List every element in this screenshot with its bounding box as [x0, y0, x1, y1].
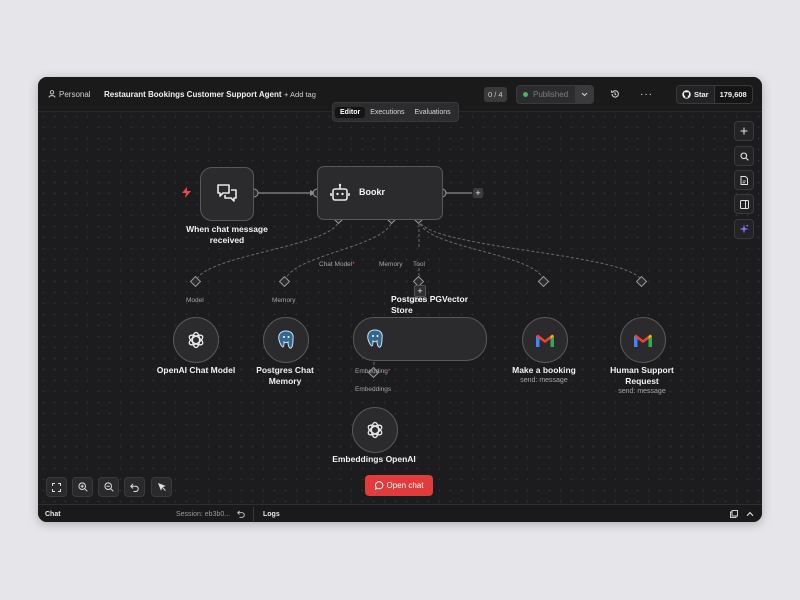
project-breadcrumb[interactable]: Personal: [48, 77, 91, 111]
add-tag-button[interactable]: + Add tag: [284, 77, 316, 111]
ai-assistant-button[interactable]: [734, 219, 754, 239]
chat-trigger-label: When chat message received: [186, 224, 268, 245]
github-star-count: 179,608: [713, 85, 752, 103]
undo-button[interactable]: [124, 477, 145, 497]
make-a-booking-node[interactable]: [522, 317, 568, 363]
search-nodes-button[interactable]: [734, 146, 754, 166]
memory-connector-label: Memory: [379, 261, 403, 268]
chat-panel-tab[interactable]: Chat: [45, 505, 61, 522]
human-support-request-label: Human Support Request: [610, 365, 674, 386]
github-star-button[interactable]: Star: [677, 85, 714, 103]
human-support-request-subtitle: send: message: [618, 388, 666, 395]
postgres-chat-memory-node[interactable]: [263, 317, 309, 363]
embeddings-openai-label: Embeddings OpenAI: [332, 454, 416, 464]
view-tabs: Editor Executions Evaluations: [332, 102, 459, 122]
openai-icon: [367, 421, 383, 439]
panel-icon: [739, 199, 749, 209]
gmail-icon: [536, 334, 554, 347]
evaluation-counter: 0 / 4: [484, 77, 507, 111]
chat-model-connector-label: Chat Model*: [319, 261, 355, 268]
openai-icon: [188, 331, 204, 349]
workflow-canvas[interactable]: When chat message received Bookr + Chat …: [38, 111, 762, 504]
panel-divider: [253, 507, 254, 521]
workflow-name[interactable]: Restaurant Bookings Customer Support Age…: [104, 77, 282, 111]
agent-title: Bookr: [359, 187, 386, 197]
reset-session-button[interactable]: [237, 505, 245, 522]
zoom-out-button[interactable]: [98, 477, 119, 497]
n8n-window: When chat message received Bookr + Chat …: [38, 77, 762, 522]
zoom-in-button[interactable]: [72, 477, 93, 497]
publish-control[interactable]: Published: [516, 77, 595, 111]
embeddings-input-label: Embeddings: [355, 386, 392, 393]
make-a-booking-subtitle: send: message: [520, 377, 568, 384]
history-icon: [610, 90, 619, 98]
embeddings-openai-node[interactable]: [352, 407, 398, 453]
note-icon: [740, 175, 748, 185]
sticky-note-button[interactable]: [734, 170, 754, 190]
gmail-icon: [634, 334, 652, 347]
zoom-in-icon: [77, 482, 88, 492]
sparkle-icon: [739, 224, 749, 234]
postgres-pgvector-store-node[interactable]: [353, 317, 487, 361]
chat-bubbles-icon: [217, 184, 237, 202]
postgres-pgvector-store-label: Postgres PGVector Store: [391, 294, 469, 315]
search-icon: [739, 151, 749, 161]
cursor-icon: [157, 483, 166, 491]
popout-icon: [730, 510, 738, 518]
model-input-label: Model: [186, 297, 204, 304]
status-dot: [523, 91, 528, 97]
make-a-booking-label: Make a booking: [512, 365, 576, 375]
tool-connector-label: Tool: [413, 261, 425, 268]
chat-trigger-node[interactable]: [200, 167, 254, 221]
plus-icon: [740, 127, 748, 135]
chevron-down-icon: [581, 92, 588, 96]
postgres-icon: [278, 330, 294, 349]
tab-evaluations[interactable]: Evaluations: [409, 107, 455, 118]
github-icon: [682, 89, 691, 99]
robot-icon: [330, 183, 350, 201]
trigger-bolt-icon: [182, 187, 191, 198]
bottom-panel-bar: Chat Session: eb3b0... Logs: [38, 504, 762, 522]
publish-dropdown-button[interactable]: [575, 85, 594, 103]
user-icon: [48, 90, 56, 98]
refresh-icon: [237, 510, 245, 518]
openai-chat-model-node[interactable]: [173, 317, 219, 363]
published-button[interactable]: Published: [517, 90, 575, 99]
postgres-icon: [367, 329, 383, 348]
history-button[interactable]: [610, 77, 620, 111]
human-support-request-node[interactable]: [620, 317, 666, 363]
toggle-panel-button[interactable]: [734, 194, 754, 214]
add-next-node-button[interactable]: +: [473, 188, 483, 198]
chat-icon: [374, 481, 383, 490]
project-name: Personal: [59, 89, 91, 99]
more-options-button[interactable]: ···: [640, 77, 653, 111]
logs-panel-tab[interactable]: Logs: [263, 505, 280, 522]
session-id: Session: eb3b0...: [176, 510, 231, 518]
github-star-widget[interactable]: Star 179,608: [676, 77, 753, 111]
fit-view-button[interactable]: [46, 477, 67, 497]
tab-editor[interactable]: Editor: [335, 106, 366, 118]
popout-logs-button[interactable]: [730, 505, 738, 522]
selection-mode-button[interactable]: [151, 477, 172, 497]
postgres-chat-memory-label: Postgres Chat Memory: [256, 365, 314, 386]
add-node-button[interactable]: [734, 121, 754, 141]
open-chat-button[interactable]: Open chat: [365, 475, 433, 496]
tab-executions[interactable]: Executions: [365, 107, 409, 118]
expand-panel-button[interactable]: [746, 505, 754, 522]
zoom-out-icon: [103, 482, 114, 492]
chevron-up-icon: [746, 511, 754, 517]
memory-input-label: Memory: [272, 297, 296, 304]
embedding-connector-label: Embedding*: [355, 368, 391, 375]
undo-icon: [129, 483, 139, 492]
fit-view-icon: [52, 482, 61, 492]
